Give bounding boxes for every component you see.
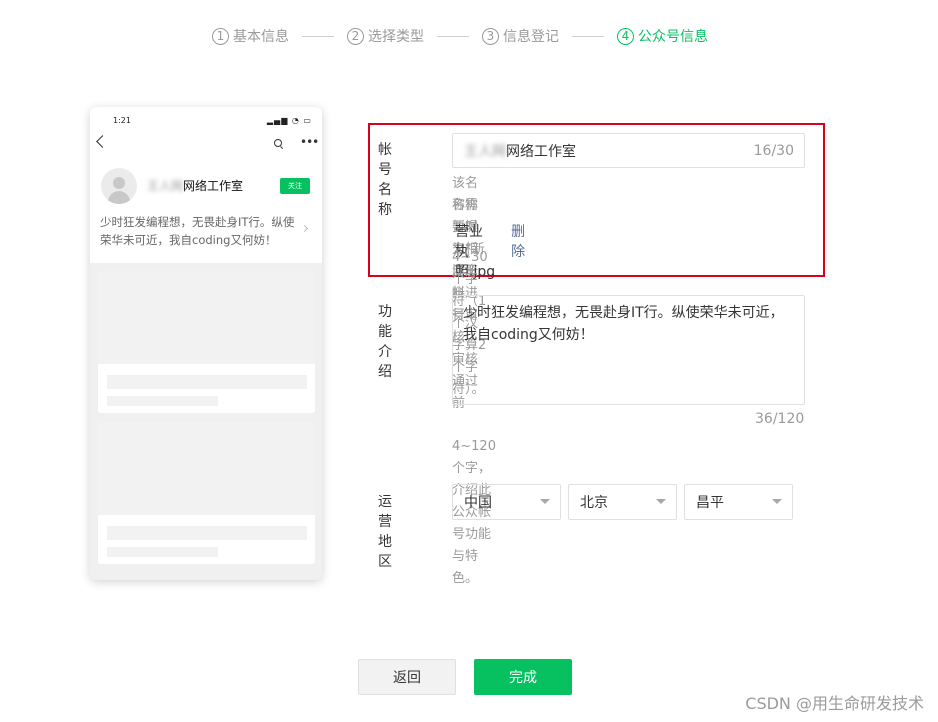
delete-file-link[interactable]: 删除	[511, 221, 525, 281]
avatar-head-shape	[113, 177, 125, 189]
province-select[interactable]: 北京	[568, 484, 677, 520]
name-text: 网络工作室	[183, 179, 244, 193]
more-icon: •••	[300, 135, 319, 149]
back-arrow-icon	[96, 135, 109, 148]
country-value: 中国	[464, 495, 492, 511]
intro-textarea[interactable]: 少时狂发编程想，无畏赴身IT行。纵使荣华未可近，我自coding又何妨！	[452, 295, 805, 405]
step-3: 3 信息登记	[482, 26, 559, 46]
account-display-name: 王人网 网络工作室	[147, 177, 243, 194]
account-description: 少时狂发编程想，无畏赴身IT行。纵使荣华未可近，我自coding又何妨！	[100, 215, 295, 247]
step-1-label: 基本信息	[233, 29, 289, 45]
avatar-body-shape	[108, 191, 130, 204]
back-button[interactable]: 返回	[358, 659, 456, 695]
step-4-number: 4	[617, 27, 634, 45]
step-4: 4 公众号信息	[617, 26, 708, 46]
placeholder-line	[107, 526, 307, 540]
avatar	[101, 168, 137, 204]
account-name-input[interactable]: 王人网 网络工作室 16/30	[452, 133, 805, 168]
signal-wifi-battery-icon: ▂▄▆ ◔ ▭	[266, 116, 312, 125]
chevron-right-icon	[300, 224, 309, 233]
step-1-number: 1	[212, 27, 229, 45]
step-2-number: 2	[347, 27, 364, 45]
placeholder-article-card	[98, 271, 315, 413]
step-2-label: 选择类型	[368, 29, 424, 45]
step-3-label: 信息登记	[503, 29, 559, 45]
phone-time: 1:21	[113, 116, 131, 125]
placeholder-line	[107, 547, 218, 557]
account-name-counter: 16/30	[753, 143, 794, 159]
district-select[interactable]: 昌平	[684, 484, 793, 520]
blurred-name-part: 王人网	[147, 179, 184, 193]
placeholder-article-card	[98, 422, 315, 564]
account-name-value: 网络工作室	[506, 143, 576, 160]
province-value: 北京	[580, 495, 608, 511]
chevron-down-icon	[772, 499, 782, 504]
placeholder-line	[107, 375, 307, 389]
step-indicator: 1 基本信息 2 选择类型 3 信息登记 4 公众号信息	[212, 26, 708, 46]
intro-label: 功能介绍	[378, 304, 392, 380]
placeholder-image	[98, 422, 315, 515]
step-divider	[437, 35, 469, 37]
step-divider	[302, 35, 334, 37]
step-divider	[572, 35, 604, 37]
step-4-label: 公众号信息	[638, 29, 708, 45]
step-1: 1 基本信息	[212, 26, 289, 46]
chevron-down-icon	[656, 499, 666, 504]
phone-preview: 1:21 ▂▄▆ ◔ ▭ ••• 王人网 网络工作室 关注 少时狂发编程想，无畏…	[90, 107, 322, 580]
blurred-name-part: 王人网	[464, 143, 506, 160]
watermark: CSDN @用生命研发技术	[745, 694, 924, 713]
region-label: 运营地区	[378, 494, 392, 570]
placeholder-line	[107, 396, 218, 406]
step-2: 2 选择类型	[347, 26, 424, 46]
search-icon	[274, 139, 282, 147]
done-button[interactable]: 完成	[474, 659, 572, 695]
account-name-label: 帐号名称	[378, 142, 392, 218]
district-value: 昌平	[696, 495, 724, 511]
intro-counter: 36/120	[755, 411, 805, 427]
step-3-number: 3	[482, 27, 499, 45]
placeholder-image	[98, 271, 315, 364]
phone-status-bar: 1:21 ▂▄▆ ◔ ▭	[113, 116, 312, 125]
phone-profile-section: 1:21 ▂▄▆ ◔ ▭ ••• 王人网 网络工作室 关注 少时狂发编程想，无畏…	[90, 107, 322, 263]
follow-button: 关注	[280, 178, 310, 194]
chevron-down-icon	[540, 499, 550, 504]
country-select[interactable]: 中国	[452, 484, 561, 520]
